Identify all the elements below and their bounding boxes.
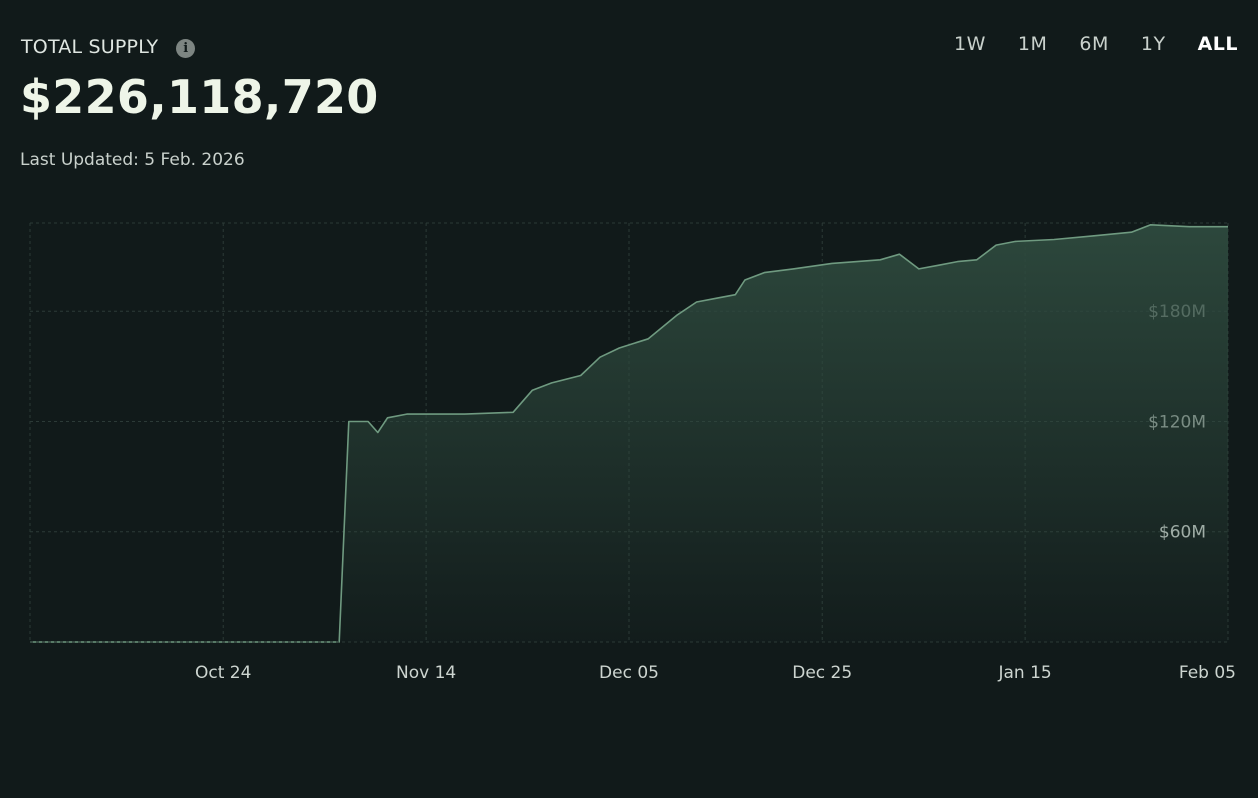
x-tick-label: Oct 24 (195, 663, 251, 683)
x-tick-label: Nov 14 (396, 663, 456, 683)
x-tick-label: Feb 05 (1179, 663, 1236, 683)
x-tick-label: Jan 15 (997, 663, 1051, 683)
x-tick-label: Dec 05 (599, 663, 659, 683)
total-supply-card: TOTAL SUPPLY i $226,118,720 Last Updated… (0, 0, 1258, 798)
x-tick-label: Dec 25 (792, 663, 852, 683)
supply-area-chart: $60M$120M$180MOct 24Nov 14Dec 05Dec 25Ja… (29, 222, 1236, 683)
series-area (30, 224, 1228, 643)
